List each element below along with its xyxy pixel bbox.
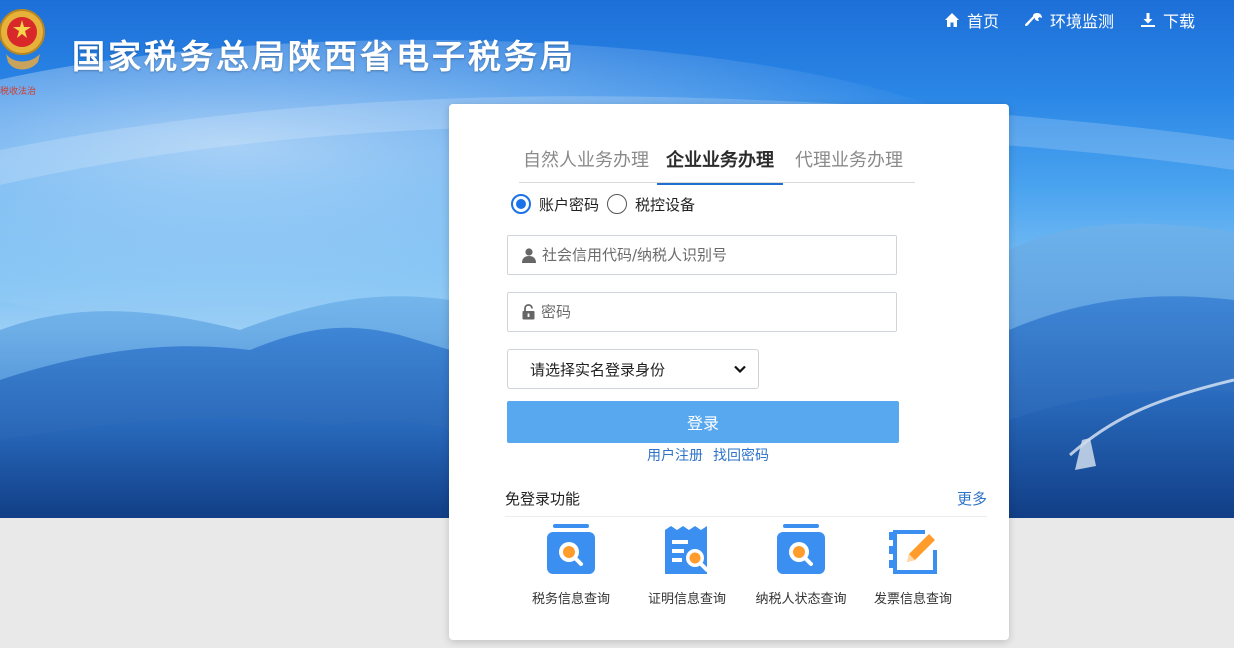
password-field (507, 292, 897, 332)
quick-item-tax-info-label: 税务信息查询 (531, 592, 610, 607)
account-links: 用户注册 找回密码 (647, 445, 769, 465)
wrench-icon (1025, 13, 1043, 27)
radio-tax-device-label: 税控设备 (635, 195, 696, 214)
login-tabs: 自然人业务办理 企业业务办理 代理业务办理 (519, 142, 915, 185)
nav-home-link[interactable]: 首页 (944, 8, 999, 32)
taxpayer-search-icon (777, 524, 825, 574)
top-nav: 首页 环境监测 下载 (944, 8, 1234, 32)
quick-access-title: 免登录功能 (505, 490, 581, 508)
chevron-down-icon (734, 365, 746, 373)
identity-select[interactable]: 请选择实名登录身份 (507, 349, 759, 389)
nav-env-check-link[interactable]: 环境监测 (1025, 8, 1114, 32)
certificate-search-icon (665, 526, 709, 574)
username-input[interactable] (542, 246, 872, 264)
forgot-password-link[interactable]: 找回密码 (713, 448, 769, 464)
username-field (507, 235, 897, 275)
register-link[interactable]: 用户注册 (647, 448, 703, 464)
radio-account-password-label: 账户密码 (539, 195, 600, 214)
quick-item-taxpayer-status-label: 纳税人状态查询 (755, 592, 847, 607)
download-icon (1141, 13, 1156, 27)
nav-download-label: 下载 (1163, 12, 1196, 31)
login-button[interactable]: 登录 (507, 401, 899, 443)
svg-text:税收法治: 税收法治 (0, 85, 36, 97)
nav-download-link[interactable]: 下载 (1140, 8, 1195, 32)
user-icon (522, 247, 536, 263)
tab-agent[interactable]: 代理业务办理 (795, 146, 903, 182)
quick-item-certificate-label: 证明信息查询 (647, 592, 726, 607)
tax-search-icon (547, 524, 595, 574)
radio-tax-device[interactable] (607, 194, 628, 214)
nav-env-check-label: 环境监测 (1050, 12, 1115, 31)
nav-home-label: 首页 (967, 12, 1000, 31)
invoice-edit-icon (889, 530, 937, 574)
quick-item-certificate[interactable]: 证明信息查询 (639, 524, 735, 607)
emblem-logo: 税收法治 (0, 2, 56, 98)
lock-icon (522, 304, 535, 320)
quick-item-invoice-label: 发票信息查询 (873, 592, 952, 607)
quick-item-invoice[interactable]: 发票信息查询 (865, 524, 961, 607)
login-card: 自然人业务办理 企业业务办理 代理业务办理 账户密码 税控设备 请选择实名登录身… (449, 104, 1009, 640)
quick-item-taxpayer-status[interactable]: 纳税人状态查询 (753, 524, 849, 607)
more-link[interactable]: 更多 (957, 488, 987, 509)
radio-account-password[interactable] (511, 194, 531, 214)
password-input[interactable] (541, 303, 871, 321)
site-title: 国家税务总局陕西省电子税务局 (72, 37, 576, 76)
login-method-group: 账户密码 税控设备 (511, 190, 697, 218)
tab-individual[interactable]: 自然人业务办理 (523, 146, 649, 182)
home-icon (945, 13, 959, 27)
tab-enterprise[interactable]: 企业业务办理 (657, 146, 783, 185)
quick-access-header: 免登录功能 更多 (505, 488, 987, 517)
identity-select-value: 请选择实名登录身份 (530, 360, 666, 379)
quick-item-tax-info[interactable]: 税务信息查询 (523, 524, 619, 607)
